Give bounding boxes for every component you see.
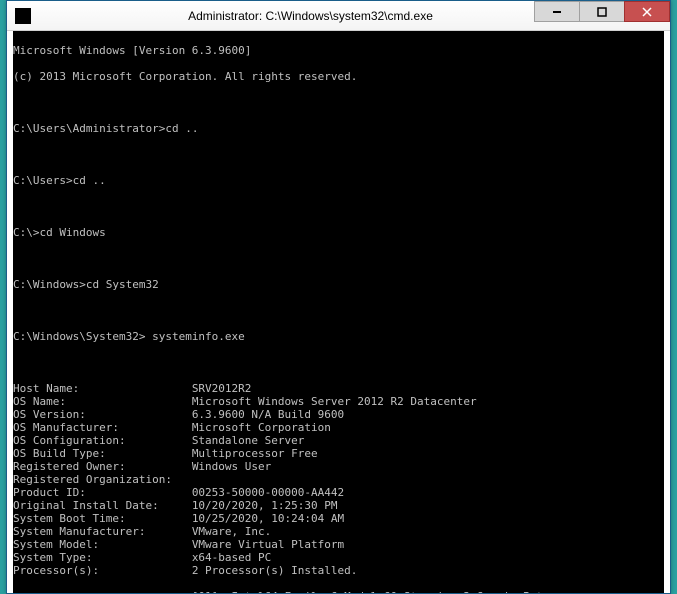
info-value: VMware, Inc. (192, 525, 271, 538)
version-line: Microsoft Windows [Version 6.3.9600] (13, 44, 664, 57)
info-label: System Manufacturer: (13, 525, 192, 538)
info-value: Microsoft Corporation (192, 421, 331, 434)
cmd-window: Administrator: C:\Windows\system32\cmd.e… (6, 0, 671, 594)
copyright-line: (c) 2013 Microsoft Corporation. All righ… (13, 70, 664, 83)
info-label: OS Manufacturer: (13, 421, 192, 434)
info-row: OS Configuration: Standalone Server (13, 434, 664, 447)
systeminfo-output: Host Name: SRV2012R2OS Name: Microsoft W… (13, 382, 664, 577)
command-line: C:\Users>cd .. (13, 174, 664, 187)
info-row: System Boot Time: 10/25/2020, 10:24:04 A… (13, 512, 664, 525)
info-row: Processor(s): 2 Processor(s) Installed. (13, 564, 664, 577)
terminal-output[interactable]: Microsoft Windows [Version 6.3.9600] (c)… (13, 31, 664, 593)
command-line: C:\Windows>cd System32 (13, 278, 664, 291)
info-label: Registered Owner: (13, 460, 192, 473)
info-row: OS Version: 6.3.9600 N/A Build 9600 (13, 408, 664, 421)
info-value: x64-based PC (192, 551, 271, 564)
window-controls (535, 1, 670, 22)
info-row: Host Name: SRV2012R2 (13, 382, 664, 395)
info-label: Product ID: (13, 486, 192, 499)
info-label: OS Build Type: (13, 447, 192, 460)
info-row: Registered Organization: (13, 473, 664, 486)
info-row: System Model: VMware Virtual Platform (13, 538, 664, 551)
command-line: C:\>cd Windows (13, 226, 664, 239)
command-line: C:\Users\Administrator>cd .. (13, 122, 664, 135)
info-row: Product ID: 00253-50000-00000-AA442 (13, 486, 664, 499)
info-row: OS Manufacturer: Microsoft Corporation (13, 421, 664, 434)
titlebar[interactable]: Administrator: C:\Windows\system32\cmd.e… (7, 1, 670, 31)
info-value: Standalone Server (192, 434, 305, 447)
processor-line: [01]: Intel64 Family 6 Model 60 Stepping… (13, 590, 664, 593)
info-label: System Model: (13, 538, 192, 551)
close-button[interactable] (624, 1, 670, 22)
info-label: Processor(s): (13, 564, 192, 577)
info-value: Windows User (192, 460, 271, 473)
info-row: Registered Owner: Windows User (13, 460, 664, 473)
info-value: 6.3.9600 N/A Build 9600 (192, 408, 344, 421)
info-value: 00253-50000-00000-AA442 (192, 486, 344, 499)
info-label: Host Name: (13, 382, 192, 395)
info-row: System Type: x64-based PC (13, 551, 664, 564)
minimize-button[interactable] (534, 1, 580, 22)
info-value: 2 Processor(s) Installed. (192, 564, 358, 577)
info-label: System Boot Time: (13, 512, 192, 525)
info-label: OS Name: (13, 395, 192, 408)
info-label: Registered Organization: (13, 473, 192, 486)
info-value: Microsoft Windows Server 2012 R2 Datacen… (192, 395, 477, 408)
info-value: 10/20/2020, 1:25:30 PM (192, 499, 338, 512)
info-row: OS Build Type: Multiprocessor Free (13, 447, 664, 460)
info-row: System Manufacturer: VMware, Inc. (13, 525, 664, 538)
info-value: SRV2012R2 (192, 382, 252, 395)
maximize-button[interactable] (579, 1, 625, 22)
info-row: Original Install Date: 10/20/2020, 1:25:… (13, 499, 664, 512)
info-label: OS Version: (13, 408, 192, 421)
command-line: C:\Windows\System32> systeminfo.exe (13, 330, 664, 343)
info-label: OS Configuration: (13, 434, 192, 447)
info-label: System Type: (13, 551, 192, 564)
info-value: 10/25/2020, 10:24:04 AM (192, 512, 344, 525)
info-label: Original Install Date: (13, 499, 192, 512)
info-value: VMware Virtual Platform (192, 538, 344, 551)
info-row: OS Name: Microsoft Windows Server 2012 R… (13, 395, 664, 408)
info-value: Multiprocessor Free (192, 447, 318, 460)
